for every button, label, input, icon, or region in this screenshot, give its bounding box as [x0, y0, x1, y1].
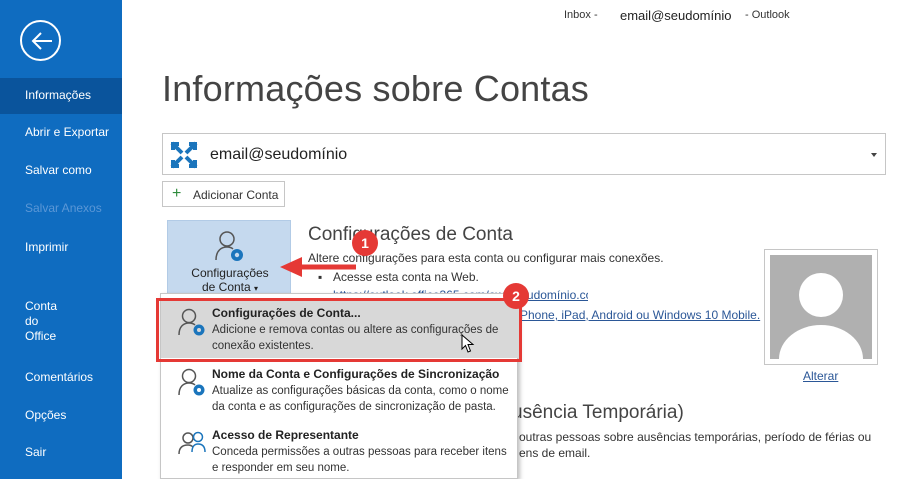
account-settings-tile-label: Configurações de Conta ▾ — [168, 266, 292, 296]
auto-reply-heading: usência Temporária) — [512, 402, 684, 423]
sidebar-item-label: Office — [25, 329, 57, 343]
sidebar-item-label: Conta — [25, 299, 58, 313]
account-sync-icon — [178, 368, 205, 396]
avatar-placeholder-icon — [770, 255, 872, 359]
titlebar-folder: Inbox - — [564, 9, 598, 21]
sidebar-item-label: do — [25, 314, 39, 328]
sidebar-item-info[interactable]: Informações — [0, 78, 122, 114]
sidebar-item-save-as[interactable]: Salvar como — [0, 163, 122, 178]
sidebar-item-label: Salvar Anexos — [25, 201, 102, 215]
sidebar-item-save-attachments: Salvar Anexos — [0, 201, 122, 216]
account-select-value: email@seudomínio — [210, 146, 348, 163]
mobile-link[interactable]: Phone, iPad, Android ou Windows 10 Mobil… — [520, 307, 760, 323]
step-badge-2: 2 — [503, 283, 529, 309]
sidebar-item-label: Imprimir — [25, 240, 69, 254]
sidebar-item-open-export[interactable]: Abrir e Exportar — [0, 125, 122, 140]
sidebar-item-options[interactable]: Opções — [0, 408, 122, 423]
account-settings-tile[interactable]: Configurações de Conta ▾ — [167, 220, 291, 299]
backstage-sidebar: Informações Abrir e Exportar Salvar como… — [0, 0, 122, 479]
sidebar-item-label: Comentários — [25, 370, 94, 384]
step-badge-1: 1 — [352, 230, 378, 256]
account-settings-heading: Configurações de Conta — [308, 224, 513, 245]
sidebar-item-label: Informações — [25, 88, 92, 102]
plus-icon: + — [172, 185, 182, 202]
back-arrow-icon — [31, 32, 52, 50]
page-title: Informações sobre Contas — [162, 68, 590, 109]
outlook-backstage: Informações Abrir e Exportar Salvar como… — [0, 0, 911, 479]
add-account-button[interactable]: + Adicionar Conta — [162, 181, 285, 207]
annotation-arrow — [280, 257, 356, 277]
tile-label-line2: de Conta — [201, 280, 251, 294]
auto-reply-desc-1: outras pessoas sobre ausências temporári… — [519, 430, 872, 444]
tile-label-line1: Configurações — [191, 266, 269, 280]
menu-item-account-name-sync[interactable]: Nome da Conta e Configurações de Sincron… — [161, 364, 519, 419]
chevron-down-icon — [871, 153, 877, 157]
change-photo-link[interactable]: Alterar — [803, 369, 838, 383]
menu-item-title: Acesso de Representante — [212, 428, 359, 442]
highlight-frame — [156, 298, 522, 362]
delegate-access-icon — [178, 431, 206, 455]
sidebar-item-label: Sair — [25, 445, 47, 459]
add-account-label: Adicionar Conta — [193, 188, 279, 202]
menu-item-desc: Atualize as configurações básicas da con… — [212, 385, 509, 413]
sidebar-item-label: Opções — [25, 408, 67, 422]
back-button[interactable] — [20, 20, 61, 61]
sidebar-item-print[interactable]: Imprimir — [0, 240, 122, 255]
menu-item-title: Nome da Conta e Configurações de Sincron… — [212, 367, 500, 381]
sidebar-item-label: Abrir e Exportar — [25, 125, 110, 139]
sidebar-item-label: Salvar como — [25, 163, 92, 177]
profile-photo — [764, 249, 878, 365]
account-settings-icon — [215, 231, 243, 261]
sidebar-item-feedback[interactable]: Comentários — [0, 370, 122, 385]
menu-item-delegate-access[interactable]: Acesso de Representante Conceda permissõ… — [161, 425, 519, 479]
titlebar-app: - Outlook — [745, 9, 790, 21]
exchange-icon — [170, 141, 198, 169]
sidebar-item-exit[interactable]: Sair — [0, 445, 122, 460]
caret-down-icon: ▾ — [254, 284, 259, 293]
auto-reply-desc-2: ens de email. — [519, 446, 591, 460]
titlebar-email: email@seudomínio — [620, 8, 732, 23]
sidebar-item-office-account[interactable]: Conta do Office — [0, 299, 122, 344]
account-selector[interactable]: email@seudomínio — [162, 133, 886, 175]
menu-item-desc: Conceda permissões a outras pessoas para… — [212, 446, 507, 474]
